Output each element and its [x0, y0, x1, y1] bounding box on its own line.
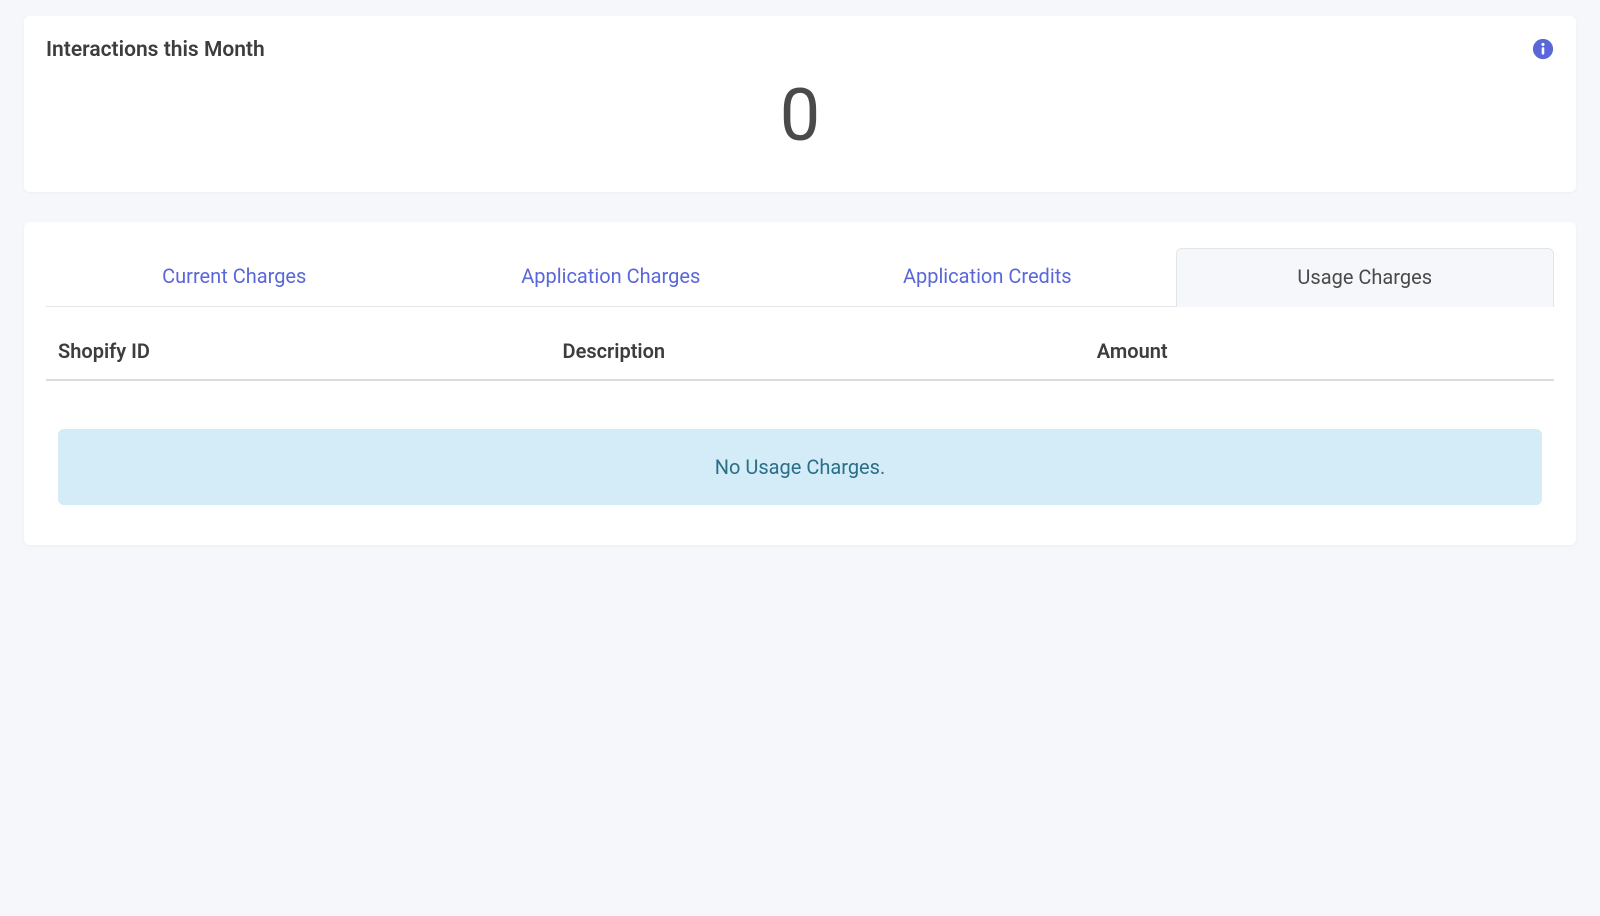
tab-current-charges[interactable]: Current Charges — [46, 248, 423, 306]
interactions-card: Interactions this Month 0 — [24, 16, 1576, 192]
column-header-description: Description — [563, 339, 1097, 363]
info-circle-icon[interactable] — [1532, 38, 1554, 60]
table-header-row: Shopify ID Description Amount — [46, 307, 1554, 381]
tab-usage-charges[interactable]: Usage Charges — [1176, 248, 1555, 307]
interactions-title: Interactions this Month — [46, 38, 265, 62]
charges-card: Current Charges Application Charges Appl… — [24, 222, 1576, 545]
interactions-value: 0 — [46, 80, 1554, 152]
tabs-row: Current Charges Application Charges Appl… — [46, 248, 1554, 307]
tab-application-charges[interactable]: Application Charges — [423, 248, 800, 306]
empty-state-banner: No Usage Charges. — [58, 429, 1542, 505]
column-header-amount: Amount — [1097, 339, 1542, 363]
column-header-shopify-id: Shopify ID — [58, 339, 563, 363]
tab-application-credits[interactable]: Application Credits — [799, 248, 1176, 306]
interactions-header: Interactions this Month — [46, 38, 1554, 62]
